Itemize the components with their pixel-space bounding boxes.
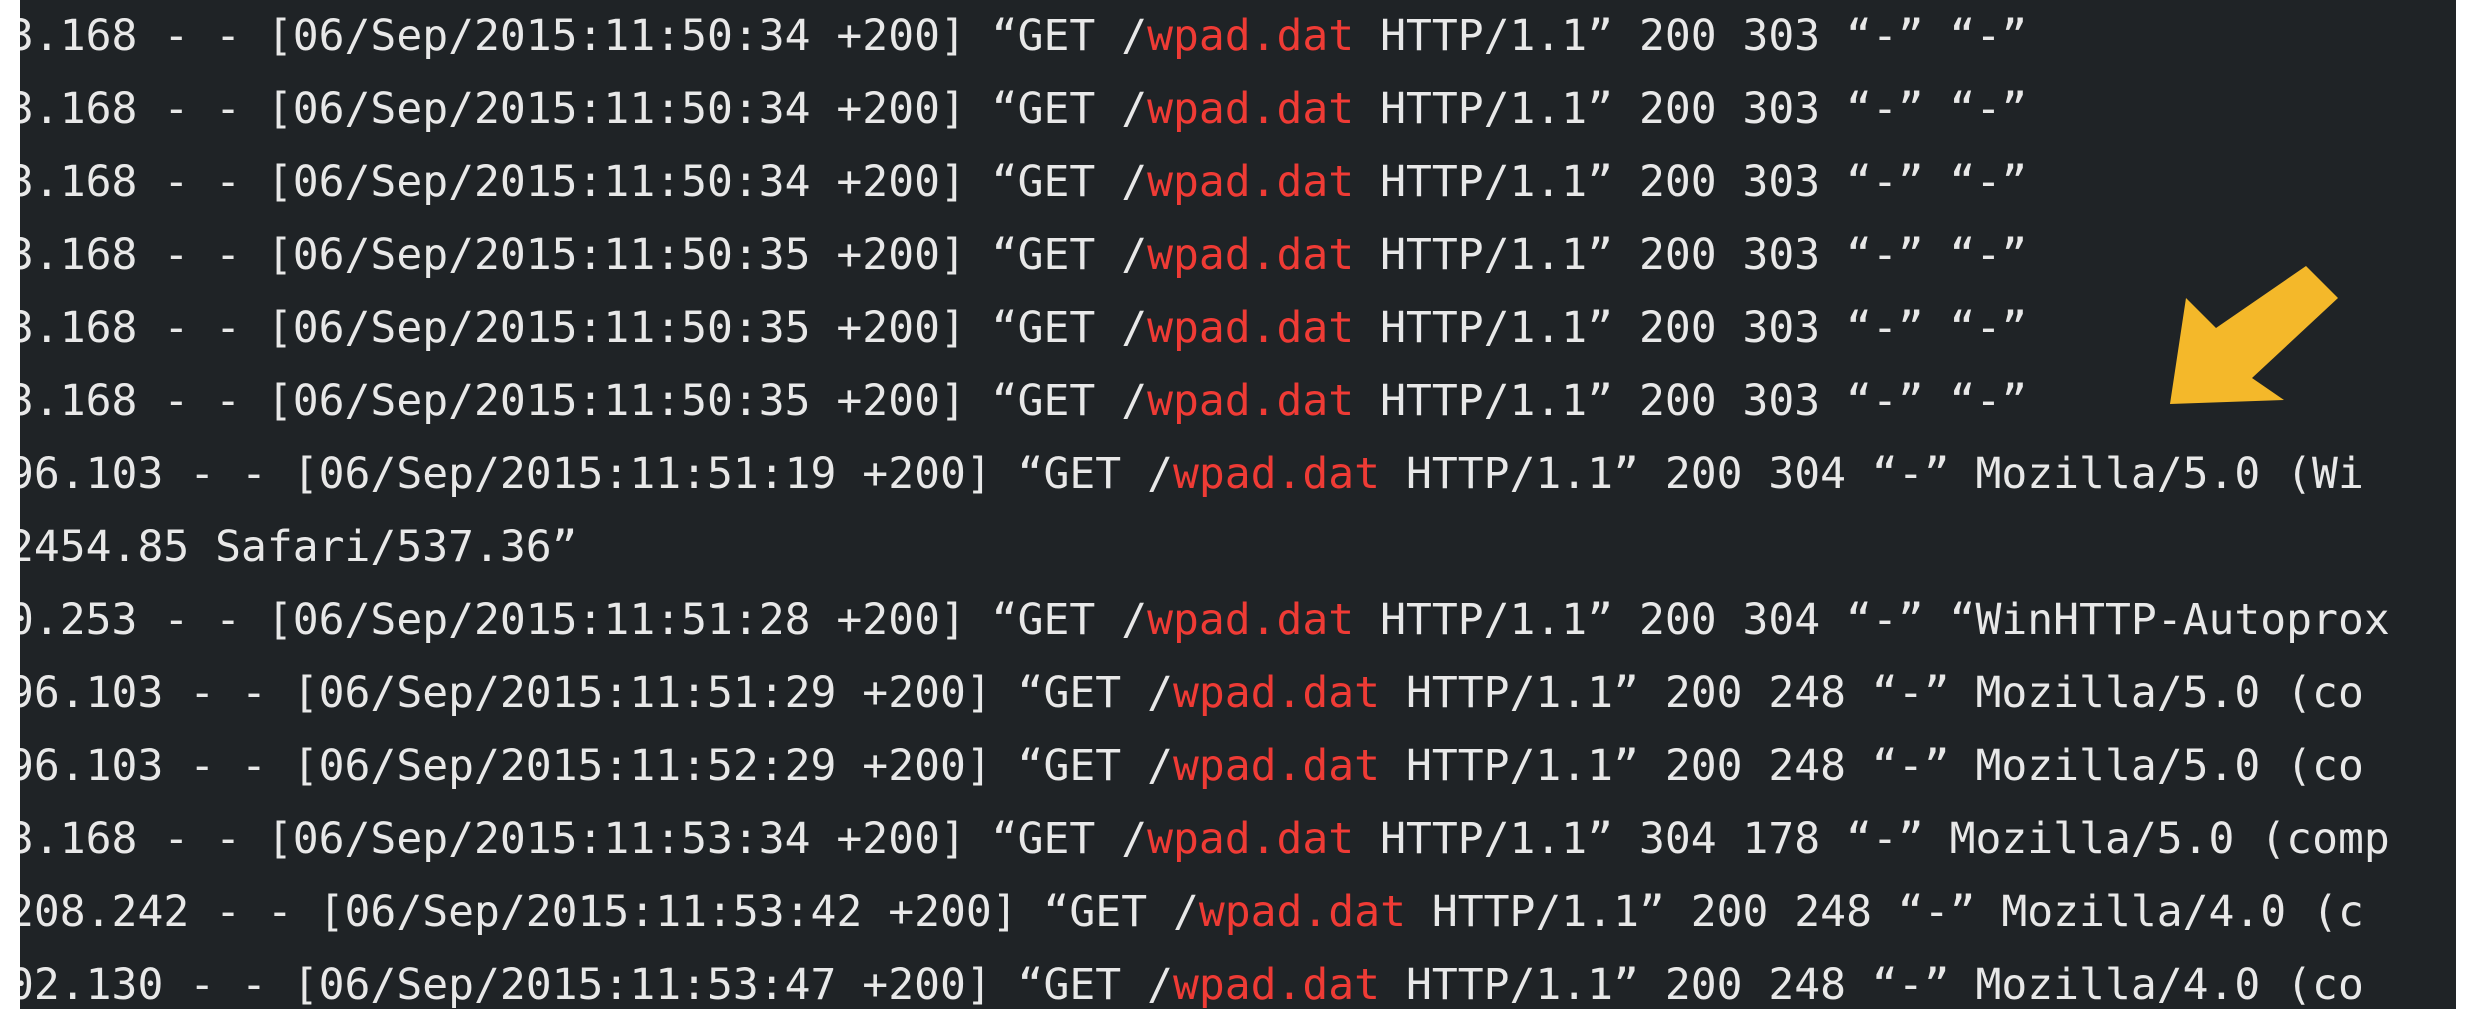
log-line-path-highlight: wpad.dat bbox=[1172, 668, 1381, 718]
log-line-path-highlight: wpad.dat bbox=[1172, 741, 1381, 791]
log-line-path-highlight: wpad.dat bbox=[1147, 303, 1355, 353]
log-line-prefix: 208.242 - - [06/Sep/2015:11:53:42 +200] … bbox=[20, 887, 1199, 937]
access-log: 3.168 - - [06/Sep/2015:11:50:34 +200] “G… bbox=[20, 0, 2456, 1009]
log-line-prefix: 96.103 - - [06/Sep/2015:11:52:29 +200] “… bbox=[20, 741, 1173, 791]
log-line-suffix: HTTP/1.1” 200 303 “-” “-” bbox=[1354, 376, 2028, 426]
log-line-suffix: HTTP/1.1” 200 304 “-” Mozilla/5.0 (Wi bbox=[1380, 449, 2364, 499]
log-line: 02.130 - - [06/Sep/2015:11:53:47 +200] “… bbox=[20, 949, 2456, 1009]
log-line-prefix: 02.130 - - [06/Sep/2015:11:53:47 +200] “… bbox=[20, 960, 1173, 1009]
arrow-down-left-icon bbox=[2170, 266, 2338, 404]
log-line: 3.168 - - [06/Sep/2015:11:50:35 +200] “G… bbox=[20, 219, 2456, 292]
log-line-prefix: 3.168 - - [06/Sep/2015:11:50:34 +200] “G… bbox=[20, 157, 1148, 207]
log-line-path-highlight: wpad.dat bbox=[1147, 230, 1355, 280]
log-line: 96.103 - - [06/Sep/2015:11:51:19 +200] “… bbox=[20, 438, 2456, 511]
log-line: 3.168 - - [06/Sep/2015:11:50:35 +200] “G… bbox=[20, 292, 2456, 365]
log-line: 96.103 - - [06/Sep/2015:11:51:29 +200] “… bbox=[20, 657, 2456, 730]
log-line-path-highlight: wpad.dat bbox=[1147, 84, 1355, 134]
log-line: 208.242 - - [06/Sep/2015:11:53:42 +200] … bbox=[20, 876, 2456, 949]
log-line-prefix: 3.168 - - [06/Sep/2015:11:53:34 +200] “G… bbox=[20, 814, 1148, 864]
log-line: 0.253 - - [06/Sep/2015:11:51:28 +200] “G… bbox=[20, 584, 2456, 657]
log-line-continuation: 2454.85 Safari/537.36” bbox=[20, 511, 2456, 584]
log-line-suffix: HTTP/1.1” 200 303 “-” “-” bbox=[1354, 303, 2028, 353]
log-line-path-highlight: wpad.dat bbox=[1172, 960, 1381, 1009]
log-line-path-highlight: wpad.dat bbox=[1147, 11, 1355, 61]
log-line-path-highlight: wpad.dat bbox=[1147, 157, 1355, 207]
log-line-path-highlight: wpad.dat bbox=[1172, 449, 1381, 499]
log-line: 3.168 - - [06/Sep/2015:11:50:34 +200] “G… bbox=[20, 73, 2456, 146]
log-line-prefix: 96.103 - - [06/Sep/2015:11:51:29 +200] “… bbox=[20, 668, 1173, 718]
log-line-suffix: HTTP/1.1” 200 248 “-” Mozilla/4.0 (c bbox=[1405, 887, 2364, 937]
log-line-suffix: HTTP/1.1” 200 304 “-” “WinHTTP-Autoprox bbox=[1354, 595, 2390, 645]
log-line-prefix: 3.168 - - [06/Sep/2015:11:50:34 +200] “G… bbox=[20, 84, 1148, 134]
log-line: 3.168 - - [06/Sep/2015:11:53:34 +200] “G… bbox=[20, 803, 2456, 876]
log-line-suffix: HTTP/1.1” 200 303 “-” “-” bbox=[1354, 84, 2028, 134]
log-line-path-highlight: wpad.dat bbox=[1147, 814, 1355, 864]
log-line-prefix: 0.253 - - [06/Sep/2015:11:51:28 +200] “G… bbox=[20, 595, 1148, 645]
log-line-prefix: 3.168 - - [06/Sep/2015:11:50:35 +200] “G… bbox=[20, 376, 1148, 426]
log-line-prefix: 3.168 - - [06/Sep/2015:11:50:34 +200] “G… bbox=[20, 11, 1148, 61]
log-line: 3.168 - - [06/Sep/2015:11:50:34 +200] “G… bbox=[20, 0, 2456, 73]
log-line-suffix: HTTP/1.1” 200 248 “-” Mozilla/5.0 (co bbox=[1380, 668, 2364, 718]
log-line-suffix: HTTP/1.1” 200 303 “-” “-” bbox=[1354, 230, 2028, 280]
log-line: 96.103 - - [06/Sep/2015:11:52:29 +200] “… bbox=[20, 730, 2456, 803]
log-line: 3.168 - - [06/Sep/2015:11:50:34 +200] “G… bbox=[20, 146, 2456, 219]
log-line-suffix: HTTP/1.1” 200 248 “-” Mozilla/5.0 (co bbox=[1380, 741, 2364, 791]
log-line-suffix: HTTP/1.1” 200 303 “-” “-” bbox=[1354, 11, 2028, 61]
log-line-prefix: 3.168 - - [06/Sep/2015:11:50:35 +200] “G… bbox=[20, 303, 1148, 353]
log-line-suffix: HTTP/1.1” 200 303 “-” “-” bbox=[1354, 157, 2028, 207]
log-line: 3.168 - - [06/Sep/2015:11:50:35 +200] “G… bbox=[20, 365, 2456, 438]
log-line-prefix: 96.103 - - [06/Sep/2015:11:51:19 +200] “… bbox=[20, 449, 1173, 499]
log-line-prefix: 2454.85 Safari/537.36” bbox=[20, 522, 578, 572]
log-line-path-highlight: wpad.dat bbox=[1198, 887, 1406, 937]
log-line-suffix: HTTP/1.1” 304 178 “-” Mozilla/5.0 (comp bbox=[1354, 814, 2390, 864]
log-line-path-highlight: wpad.dat bbox=[1147, 376, 1355, 426]
terminal-window: 3.168 - - [06/Sep/2015:11:50:34 +200] “G… bbox=[20, 0, 2456, 1009]
log-line-suffix: HTTP/1.1” 200 248 “-” Mozilla/4.0 (co bbox=[1380, 960, 2364, 1009]
log-line-prefix: 3.168 - - [06/Sep/2015:11:50:35 +200] “G… bbox=[20, 230, 1148, 280]
log-line-path-highlight: wpad.dat bbox=[1147, 595, 1355, 645]
